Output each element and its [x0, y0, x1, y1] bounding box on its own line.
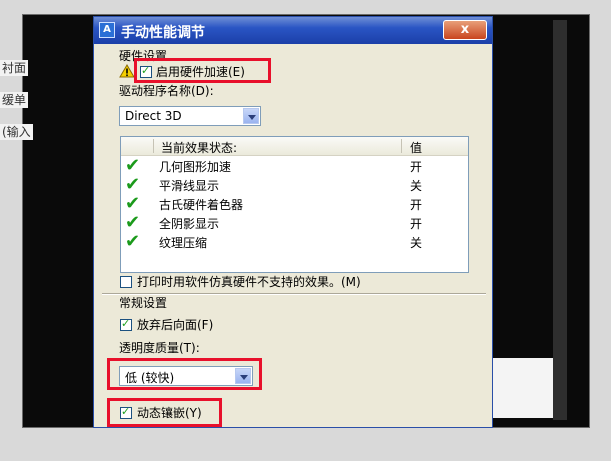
- highlight-box-tessellation: [107, 398, 222, 427]
- discard-back-label[interactable]: 放弃后向面(F): [137, 318, 213, 332]
- close-button[interactable]: x: [443, 20, 487, 40]
- driver-select[interactable]: Direct 3D: [119, 106, 261, 126]
- emulate-checkbox[interactable]: [120, 276, 132, 288]
- header-divider: [153, 139, 154, 153]
- effects-header: 当前效果状态:: [161, 141, 238, 155]
- driver-name-label: 驱动程序名称(D):: [119, 84, 214, 98]
- list-item[interactable]: ✔ 平滑线显示 关: [121, 175, 468, 194]
- effects-list-header: 当前效果状态: 值: [121, 137, 468, 156]
- effect-value: 关: [410, 236, 423, 250]
- background-side-strip: [553, 20, 567, 420]
- effect-value: 开: [410, 198, 423, 212]
- effect-value: 关: [410, 179, 423, 193]
- emulate-label[interactable]: 打印时用软件仿真硬件不支持的效果。(M): [137, 275, 361, 289]
- header-divider: [401, 139, 402, 153]
- effect-name: 纹理压缩: [159, 236, 208, 250]
- app-icon: A: [99, 22, 115, 38]
- effect-name: 几何图形加速: [159, 160, 232, 174]
- general-group-label: 常规设置: [119, 296, 168, 310]
- dialog-titlebar: A 手动性能调节 x: [94, 17, 492, 44]
- green-check-icon: ✔: [125, 155, 141, 176]
- green-check-icon: ✔: [125, 174, 141, 195]
- chevron-down-icon[interactable]: [243, 108, 259, 124]
- list-item[interactable]: ✔ 几何图形加速 开: [121, 156, 468, 175]
- background-text-3: (输入: [0, 124, 33, 140]
- highlight-box-transparency: [107, 358, 262, 390]
- highlight-box-hw-accel: [134, 58, 271, 83]
- green-check-icon: ✔: [125, 193, 141, 214]
- green-check-icon: ✔: [125, 212, 141, 233]
- transparency-label: 透明度质量(T):: [119, 341, 200, 355]
- effect-value: 开: [410, 217, 423, 231]
- effect-value: 开: [410, 160, 423, 174]
- list-item[interactable]: ✔ 全阴影显示 开: [121, 213, 468, 232]
- effect-name: 全阴影显示: [159, 217, 220, 231]
- effect-name: 古氏硬件着色器: [159, 198, 244, 212]
- effect-name: 平滑线显示: [159, 179, 220, 193]
- list-item[interactable]: ✔ 古氏硬件着色器 开: [121, 194, 468, 213]
- driver-select-value: Direct 3D: [125, 109, 182, 123]
- dialog-title: 手动性能调节: [121, 25, 205, 41]
- warning-icon: [119, 64, 135, 78]
- effects-listview[interactable]: 当前效果状态: 值 ✔ 几何图形加速 开 ✔ 平滑线显示 关 ✔ 古氏硬件着色器…: [120, 136, 469, 273]
- value-header: 值: [410, 141, 423, 155]
- green-check-icon: ✔: [125, 231, 141, 252]
- discard-back-checkbox[interactable]: [120, 317, 132, 331]
- list-item[interactable]: ✔ 纹理压缩 关: [121, 232, 468, 251]
- background-text-2: 缓单: [0, 92, 29, 108]
- background-text-1: 衬面: [0, 60, 29, 76]
- group-divider: [102, 294, 486, 295]
